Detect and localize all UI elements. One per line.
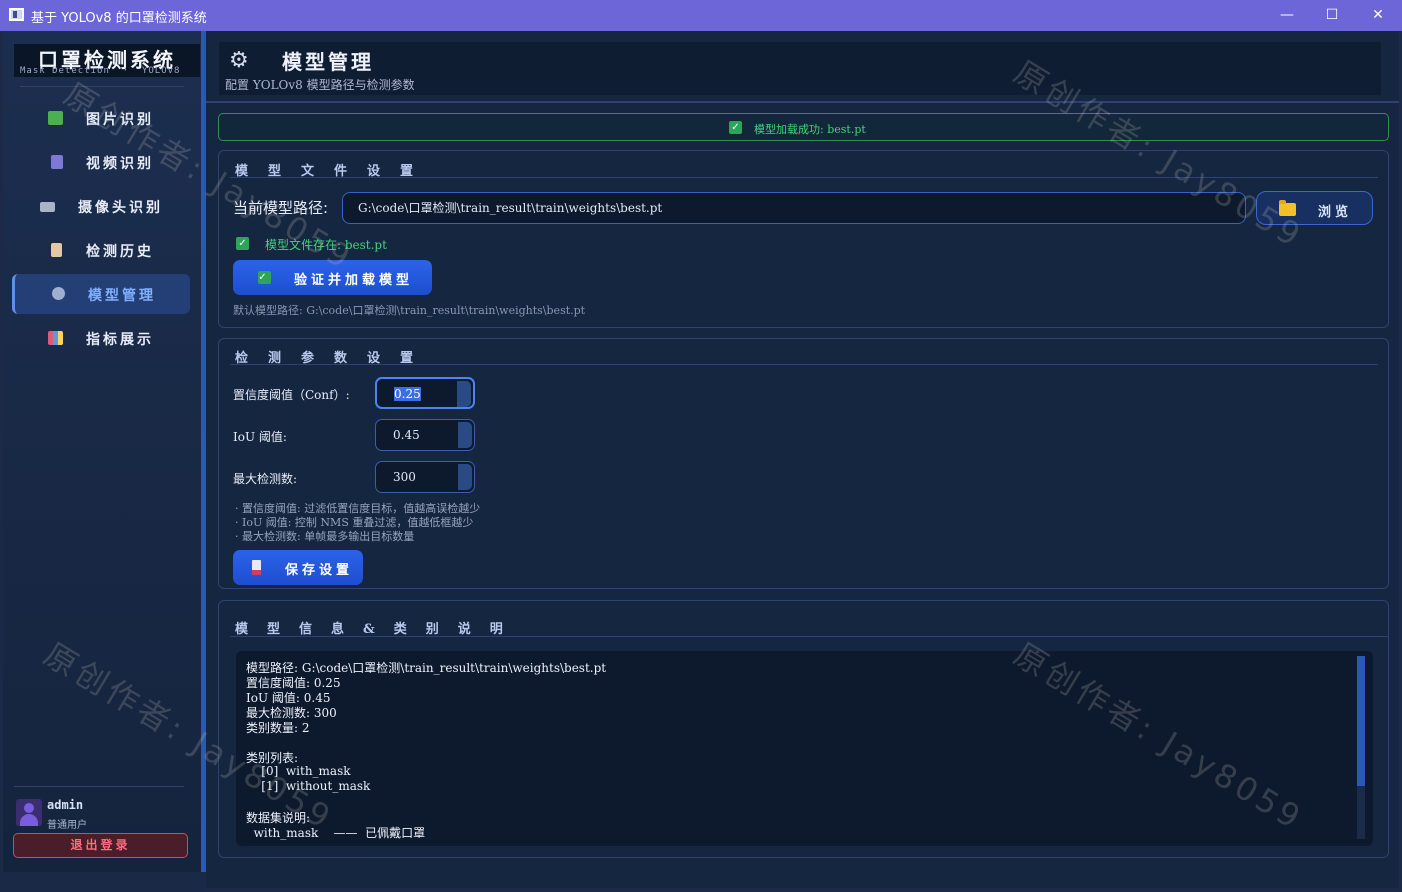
conf-label: 置信度阈值（Conf）:	[233, 388, 350, 402]
page-subtitle: 配置 YOLOv8 模型路径与检测参数	[225, 78, 415, 92]
conf-spinbox[interactable]: 0.25	[375, 377, 475, 409]
sidebar-item-label: 检测历史	[86, 244, 154, 260]
sidebar-item-label: 视频识别	[86, 156, 154, 172]
sidebar-item-video-recognition[interactable]: 视频识别	[12, 142, 190, 182]
divider	[230, 364, 1378, 365]
app-icon	[9, 8, 24, 21]
save-settings-button[interactable]: 保存设置	[233, 550, 363, 585]
divider	[230, 177, 1378, 178]
clipboard-icon	[51, 243, 62, 257]
bar-chart-icon	[48, 331, 63, 345]
divider	[14, 786, 184, 787]
max-det-spinbox[interactable]: 300	[375, 461, 475, 493]
button-label: 保存设置	[285, 563, 354, 578]
verify-load-model-button[interactable]: ✓ 验证并加载模型	[233, 260, 432, 295]
sidebar-item-label: 图片识别	[86, 112, 154, 128]
sidebar-item-label: 指标展示	[86, 332, 154, 348]
status-text: 模型加载成功: best.pt	[754, 123, 866, 136]
button-label: 验证并加载模型	[294, 273, 414, 288]
spin-arrows[interactable]	[458, 464, 472, 490]
browse-label: 浏览	[1318, 205, 1353, 220]
model-path-field[interactable]: G:\code\口罩检测\train_result\train\weights\…	[342, 192, 1246, 224]
window-title: 基于 YOLOv8 的口罩检测系统	[31, 11, 207, 26]
spin-arrows[interactable]	[458, 422, 472, 448]
info-line: [0] with_mask	[246, 764, 351, 778]
gear-icon	[52, 287, 65, 300]
iou-spinbox[interactable]: 0.45	[375, 419, 475, 451]
iou-label: IoU 阈值:	[233, 430, 287, 444]
sidebar-item-label: 摄像头识别	[78, 200, 163, 216]
logo-subtitle: Mask Detection · YOLOv8	[20, 66, 181, 76]
sidebar-item-model-management[interactable]: 模型管理	[12, 274, 190, 314]
model-path-label: 当前模型路径:	[233, 199, 329, 217]
info-line: with_mask —— 已佩戴口罩	[246, 826, 426, 840]
camera-icon	[40, 202, 55, 212]
default-path-text: 默认模型路径: G:\code\口罩检测\train_result\train\…	[233, 304, 586, 317]
status-banner: ✓ 模型加载成功: best.pt	[218, 113, 1389, 141]
sidebar-footer	[0, 872, 206, 892]
gear-icon: ⚙	[229, 48, 249, 73]
sidebar-item-label: 模型管理	[88, 288, 156, 304]
close-button[interactable]: ✕	[1355, 0, 1401, 31]
sidebar-item-history[interactable]: 检测历史	[12, 230, 190, 270]
page-header: ⚙ 模型管理 配置 YOLOv8 模型路径与检测参数	[219, 42, 1381, 95]
checkmark-icon: ✓	[236, 237, 249, 250]
scrollbar-thumb[interactable]	[1357, 656, 1365, 786]
image-icon	[48, 111, 63, 125]
page-title: 模型管理	[282, 50, 374, 74]
sidebar-item-image-recognition[interactable]: 图片识别	[12, 98, 190, 138]
folder-icon	[1279, 200, 1296, 216]
avatar	[16, 799, 42, 826]
info-line: 类别数量: 2	[246, 721, 310, 735]
max-det-label: 最大检测数:	[233, 472, 298, 486]
info-line: [1] without_mask	[246, 779, 371, 793]
checkmark-icon: ✓	[258, 271, 271, 284]
model-info-text[interactable]: 模型路径: G:\code\口罩检测\train_result\train\we…	[236, 651, 1373, 846]
minimize-button[interactable]: —	[1264, 0, 1310, 31]
user-role: 普通用户	[47, 820, 87, 831]
checkmark-icon: ✓	[729, 121, 742, 134]
divider	[230, 636, 1388, 637]
film-clapper-icon	[51, 155, 63, 169]
app-logo: 口罩检测系统 Mask Detection · YOLOv8	[14, 44, 200, 77]
file-exists-text: 模型文件存在: best.pt	[265, 238, 387, 252]
divider	[206, 101, 1399, 103]
max-det-value: 300	[393, 470, 416, 484]
maximize-button[interactable]: ☐	[1309, 0, 1355, 31]
user-name: admin	[47, 798, 84, 812]
hint-text: · 最大检测数: 单帧最多输出目标数量	[235, 530, 415, 543]
browse-button[interactable]: 浏览	[1256, 191, 1373, 225]
logout-button[interactable]: 退出登录	[13, 833, 188, 858]
sidebar-item-camera-recognition[interactable]: 摄像头识别	[12, 186, 190, 226]
iou-value: 0.45	[393, 428, 420, 442]
conf-value: 0.25	[394, 387, 421, 401]
window-title-bar: 基于 YOLOv8 的口罩检测系统 — ☐ ✕	[0, 0, 1402, 31]
save-icon	[252, 560, 261, 575]
spin-arrows[interactable]	[457, 381, 471, 407]
group-title: 模型信息&类别说明	[235, 622, 522, 637]
sidebar-item-metrics[interactable]: 指标展示	[12, 318, 190, 358]
divider	[20, 86, 184, 87]
